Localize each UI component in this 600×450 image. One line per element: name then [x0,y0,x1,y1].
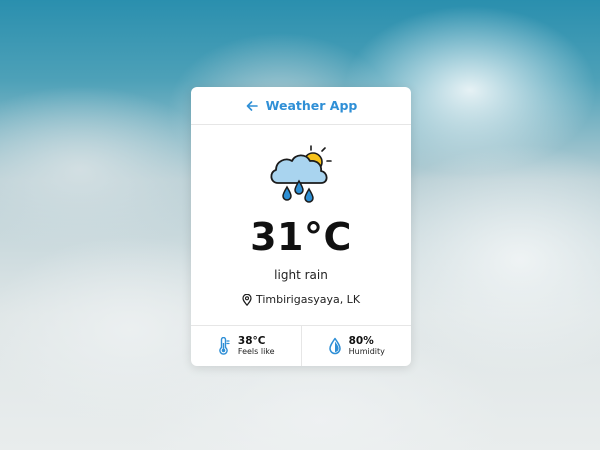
humidity-value: 80% [348,335,374,347]
temperature-value: 31°C [250,215,352,259]
weather-details: 38°C Feels like 80% Humidity [191,325,411,366]
feels-like-value: 38°C [237,335,266,347]
cloud-sun-rain-icon [270,145,332,203]
weather-description: light rain [274,268,328,282]
thermometer-icon [219,337,230,355]
arrow-left-icon[interactable] [245,99,259,113]
location-name: Timbirigasyaya, LK [255,293,361,306]
water-drop-icon [328,337,341,355]
location: Timbirigasyaya, LK [242,293,360,306]
weather-main: 31°C light rain Timbirigasyaya, LK [191,125,411,325]
feels-like-label: Feels like [237,347,275,356]
humidity-label: Humidity [348,347,385,356]
app-title: Weather App [265,98,358,113]
humidity-detail: 80% Humidity [300,326,412,366]
app-header: Weather App [191,87,411,125]
feels-like-detail: 38°C Feels like [191,326,301,366]
map-pin-icon [242,293,252,306]
weather-card: Weather App 31°C light rain Timbirigasya… [191,87,411,366]
